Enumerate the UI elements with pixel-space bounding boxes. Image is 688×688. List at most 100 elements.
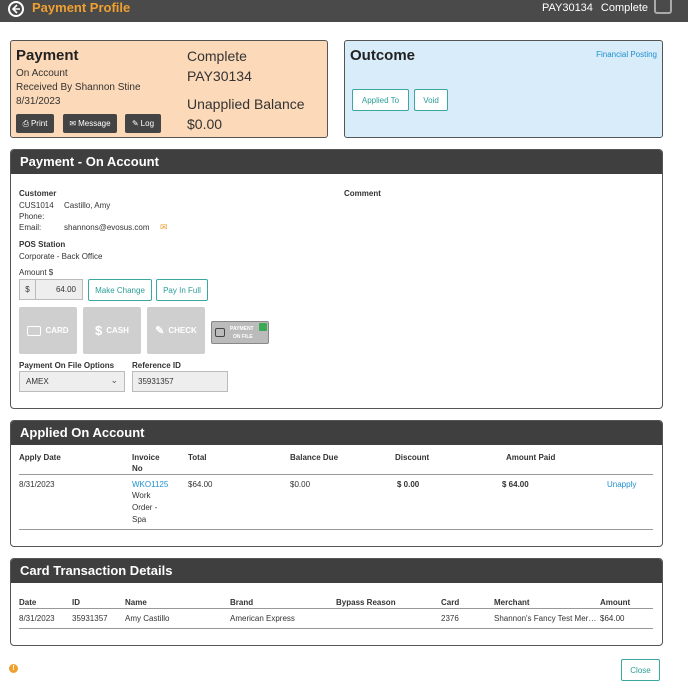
email-label: Email:	[19, 223, 42, 232]
phone-label: Phone:	[19, 212, 45, 221]
applied-on-account-panel: Applied On Account	[10, 420, 663, 547]
log-button[interactable]: ✎ Log	[125, 114, 161, 133]
void-button[interactable]: Void	[414, 89, 448, 111]
invoice-link[interactable]: WKO1125	[132, 480, 168, 489]
checkmark-icon	[259, 323, 267, 331]
col-id: ID	[72, 598, 80, 607]
col-amount: Amount	[600, 598, 631, 607]
received-by: Received By Shannon Stine	[16, 82, 141, 93]
currency-symbol: $	[20, 280, 36, 299]
topbar-status-text: Complete	[600, 2, 648, 14]
make-change-button[interactable]: Make Change	[88, 279, 152, 301]
col-invoice: Invoice	[132, 453, 160, 462]
card-header-divider	[19, 608, 653, 609]
payment-type: On Account	[16, 68, 68, 79]
unapply-link[interactable]: Unapply	[607, 480, 636, 489]
col-merchant: Merchant	[494, 598, 530, 607]
invoice-desc-3: Spa	[132, 515, 147, 524]
email-icon[interactable]: ✉	[160, 222, 168, 233]
card-panel-title: Card Transaction Details	[11, 559, 662, 583]
printer-icon: ⎙	[22, 118, 29, 128]
topbar-payment-id: PAY30134	[541, 2, 593, 14]
col-brand: Brand	[230, 598, 254, 607]
credit-card-icon	[27, 325, 42, 336]
amount-input[interactable]: $ 64.00	[19, 279, 83, 300]
message-button[interactable]: ✉ Message	[63, 114, 117, 133]
col-name: Name	[125, 598, 147, 607]
col-invoice-no: No	[132, 464, 143, 473]
row-total: $64.00	[188, 480, 213, 489]
unapplied-value: $0.00	[187, 116, 223, 132]
top-bar: Payment Profile PAY30134 Complete	[0, 0, 688, 22]
card-file-icon	[215, 328, 225, 337]
pof-options-value: AMEX	[26, 377, 49, 386]
header-divider	[19, 474, 653, 475]
col-total: Total	[188, 453, 207, 462]
pos-station-label: POS Station	[19, 240, 66, 249]
payment-panel-title: Payment - On Account	[11, 150, 662, 174]
invoice-desc-2: Order -	[132, 503, 158, 512]
row-balance-due: $0.00	[290, 480, 311, 489]
card-row-date: 8/31/2023	[19, 614, 55, 623]
card-row-amount: $64.00	[600, 614, 625, 623]
chevron-down-icon: ⌄	[110, 375, 118, 385]
col-apply-date: Apply Date	[19, 453, 61, 462]
row-discount: $ 0.00	[397, 480, 420, 489]
invoice-desc-1: Work	[132, 491, 151, 500]
back-icon[interactable]	[8, 1, 24, 17]
signature-icon: ✎	[131, 119, 139, 128]
payment-id: PAY30134	[187, 68, 252, 84]
unapplied-label: Unapplied Balance	[187, 96, 305, 112]
payment-summary-card: Payment On Account Received By Shannon S…	[10, 40, 328, 138]
amount-value: 64.00	[55, 285, 76, 294]
dollar-icon: $	[95, 323, 103, 338]
card-row-card: 2376	[441, 614, 459, 623]
customer-id: CUS1014	[19, 201, 54, 210]
card-row-brand: American Express	[230, 614, 295, 623]
pay-in-full-button[interactable]: Pay In Full	[156, 279, 208, 301]
financial-posting-link[interactable]: Financial Posting	[596, 50, 657, 59]
col-amount-paid: Amount Paid	[506, 453, 556, 462]
row-apply-date: 8/31/2023	[19, 480, 55, 489]
print-button[interactable]: ⎙ Print	[16, 114, 54, 133]
outcome-card: Outcome Financial Posting Applied To Voi…	[344, 40, 663, 138]
pof-options-select[interactable]: AMEX ⌄	[19, 371, 125, 392]
col-balance-due: Balance Due	[290, 453, 339, 462]
card-row-divider	[19, 628, 653, 629]
email-value: shannons@evosus.com	[64, 223, 150, 232]
reference-id-value: 35931357	[138, 377, 174, 386]
row-amount-paid: $ 64.00	[502, 480, 529, 489]
cash-payment-button[interactable]: $ CASH	[83, 307, 141, 354]
customer-name: Castillo, Amy	[64, 201, 111, 210]
card-row-id: 35931357	[72, 614, 108, 623]
card-row-name: Amy Castillo	[125, 614, 170, 623]
customer-label: Customer	[19, 189, 57, 198]
reference-id-label: Reference ID	[132, 361, 181, 370]
pos-station-value: Corporate - Back Office	[19, 252, 103, 261]
info-icon[interactable]: !	[9, 664, 18, 673]
col-bypass-reason: Bypass Reason	[336, 598, 396, 607]
envelope-icon: ✉	[69, 119, 77, 128]
col-discount: Discount	[395, 453, 430, 462]
applied-to-button[interactable]: Applied To	[352, 89, 409, 111]
payment-on-file-button[interactable]: PAYMENT ON FILE	[211, 321, 269, 344]
col-date: Date	[19, 598, 37, 607]
payment-status: Complete	[187, 48, 247, 64]
col-card: Card	[441, 598, 460, 607]
pof-options-label: Payment On File Options	[19, 361, 115, 370]
card-payment-button[interactable]: CARD	[19, 307, 77, 354]
payment-date: 8/31/2023	[16, 96, 61, 107]
card-row-merchant: Shannon's Fancy Test Mer…	[494, 614, 597, 623]
reference-id-input[interactable]: 35931357	[132, 371, 228, 392]
check-payment-button[interactable]: ✎ CHECK	[147, 307, 205, 354]
amount-label: Amount $	[19, 268, 54, 277]
row-divider	[19, 529, 653, 530]
topbar-status: PAY30134 Complete	[542, 2, 648, 14]
applied-panel-title: Applied On Account	[11, 421, 662, 445]
checkbox-icon	[654, 0, 672, 14]
outcome-heading: Outcome	[350, 47, 416, 64]
check-edit-icon: ✎	[155, 325, 165, 337]
page-title: Payment Profile	[32, 0, 131, 15]
payment-heading: Payment	[16, 47, 79, 64]
close-button[interactable]: Close	[621, 659, 660, 681]
